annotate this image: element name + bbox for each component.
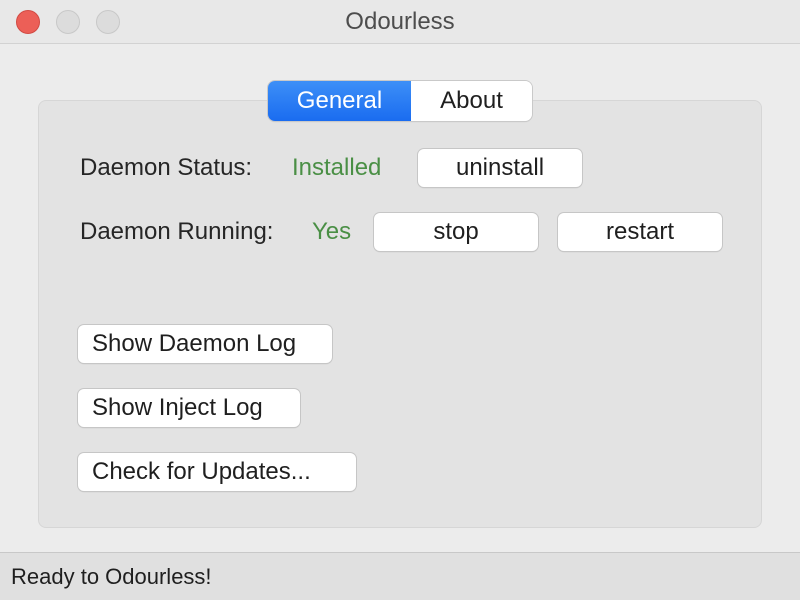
tab-general[interactable]: General [268,81,411,121]
daemon-running-value: Yes [312,218,352,245]
show-inject-log-button[interactable]: Show Inject Log [78,389,300,427]
tab-about[interactable]: About [411,81,532,121]
daemon-running-label: Daemon Running: [80,218,274,245]
check-for-updates-button[interactable]: Check for Updates... [78,453,356,491]
window-title: Odourless [345,8,455,35]
restart-button[interactable]: restart [558,213,722,251]
daemon-status-value: Installed [292,154,382,181]
app-window: Odourless General About Daemon Status: I… [0,0,800,600]
show-daemon-log-button[interactable]: Show Daemon Log [78,325,332,363]
daemon-status-label: Daemon Status: [80,154,253,181]
status-text: Ready to Odourless! [11,564,212,589]
tab-bar: General About [268,81,532,121]
stop-button[interactable]: stop [374,213,538,251]
status-bar: Ready to Odourless! [0,552,800,600]
title-bar[interactable]: Odourless [0,0,800,44]
uninstall-button[interactable]: uninstall [418,149,582,187]
